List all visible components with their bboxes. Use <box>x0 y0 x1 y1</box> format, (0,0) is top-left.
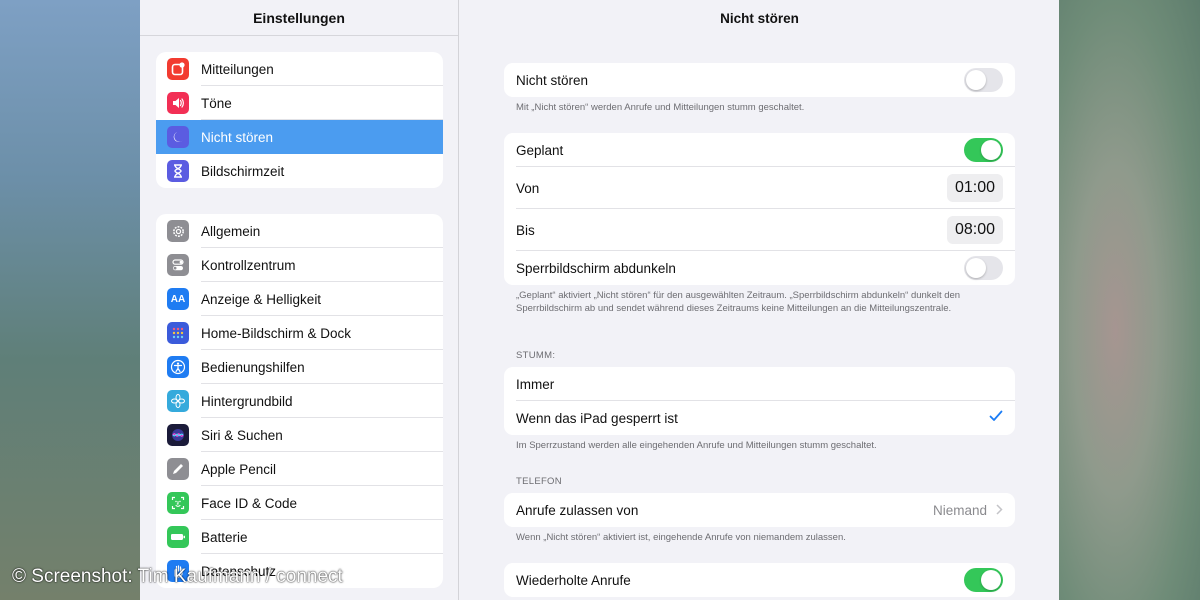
dnd-row: Nicht stören <box>504 63 1015 97</box>
battery-icon <box>167 526 189 548</box>
to-row[interactable]: Bis 08:00 <box>504 209 1015 251</box>
checkmark-icon <box>989 409 1003 427</box>
to-time-picker[interactable]: 08:00 <box>946 216 1003 244</box>
silence-section-title: STUMM: <box>516 350 556 361</box>
sidebar-item-bedienungshilfen[interactable]: Bedienungshilfen <box>156 350 443 384</box>
sidebar-group-2: Allgemein Kontrollzentrum AA Anzeige & H… <box>156 214 443 588</box>
from-time-picker[interactable]: 01:00 <box>946 174 1003 202</box>
sidebar-item-nicht-stoeren[interactable]: Nicht stören <box>156 120 443 154</box>
dnd-toggle[interactable] <box>964 68 1003 92</box>
sidebar-item-label: Face ID & Code <box>201 495 298 511</box>
sidebar-item-label: Töne <box>201 95 232 111</box>
page-title: Nicht stören <box>720 10 799 26</box>
dnd-label: Nicht stören <box>516 72 589 88</box>
dim-toggle[interactable] <box>964 256 1003 280</box>
allow-calls-row[interactable]: Anrufe zulassen von Niemand <box>504 493 1015 527</box>
hourglass-icon <box>167 160 189 182</box>
silence-card: Immer Wenn das iPad gesperrt ist <box>504 367 1015 435</box>
scheduled-label: Geplant <box>516 142 564 158</box>
phone-section-title: TELEFON <box>516 476 562 487</box>
sidebar-title: Einstellungen <box>140 0 458 36</box>
grid-icon <box>167 322 189 344</box>
settings-sidebar: Einstellungen Mitteilungen Töne Nicht st… <box>140 0 459 600</box>
notifications-icon <box>167 58 189 80</box>
sidebar-item-label: Hintergrundbild <box>201 393 293 409</box>
background-right <box>1059 0 1200 600</box>
moon-icon <box>167 126 189 148</box>
sidebar-item-label: Mitteilungen <box>201 61 274 77</box>
sidebar-item-toene[interactable]: Töne <box>156 86 443 120</box>
faceid-icon <box>167 492 189 514</box>
allow-calls-footnote: Wenn „Nicht stören“ aktiviert ist, einge… <box>516 532 846 543</box>
always-label: Immer <box>516 376 555 392</box>
dnd-card: Nicht stören <box>504 63 1015 97</box>
sidebar-item-label: Allgemein <box>201 223 261 239</box>
repeated-calls-toggle[interactable] <box>964 568 1003 592</box>
dnd-footnote: Mit „Nicht stören“ werden Anrufe und Mit… <box>516 102 805 113</box>
sidebar-group-1: Mitteilungen Töne Nicht stören Bildschir… <box>156 52 443 188</box>
sidebar-item-allgemein[interactable]: Allgemein <box>156 214 443 248</box>
sidebar-item-label: Kontrollzentrum <box>201 257 296 273</box>
sidebar-item-batterie[interactable]: Batterie <box>156 520 443 554</box>
sidebar-item-label: Batterie <box>201 529 248 545</box>
sidebar-item-anzeige[interactable]: AA Anzeige & Helligkeit <box>156 282 443 316</box>
sidebar-item-kontrollzentrum[interactable]: Kontrollzentrum <box>156 248 443 282</box>
sidebar-item-label: Nicht stören <box>201 129 274 145</box>
background-left <box>0 0 140 600</box>
dim-row: Sperrbildschirm abdunkeln <box>504 251 1015 285</box>
sidebar-item-face-id[interactable]: Face ID & Code <box>156 486 443 520</box>
sidebar-item-label: Home-Bildschirm & Dock <box>201 325 352 341</box>
sidebar-item-label: Bildschirmzeit <box>201 163 285 179</box>
locked-label: Wenn das iPad gesperrt ist <box>516 410 678 426</box>
allow-calls-label: Anrufe zulassen von <box>516 502 639 518</box>
chevron-right-icon <box>996 502 1003 518</box>
ipad-screen: Einstellungen Mitteilungen Töne Nicht st… <box>140 0 1059 600</box>
repeated-calls-label: Wiederholte Anrufe <box>516 572 631 588</box>
sound-icon <box>167 92 189 114</box>
scheduled-row: Geplant <box>504 133 1015 167</box>
flower-icon <box>167 390 189 412</box>
allow-calls-value-group: Niemand <box>933 502 1003 518</box>
sidebar-item-label: Siri & Suchen <box>201 427 283 443</box>
sidebar-item-hintergrundbild[interactable]: Hintergrundbild <box>156 384 443 418</box>
dim-label: Sperrbildschirm abdunkeln <box>516 260 676 276</box>
sidebar-item-label: Apple Pencil <box>201 461 277 477</box>
allow-calls-value: Niemand <box>932 502 987 518</box>
pencil-icon <box>167 458 189 480</box>
schedule-footnote: „Geplant“ aktiviert „Nicht stören“ für d… <box>516 290 961 314</box>
toggles-icon <box>167 254 189 276</box>
repeated-calls-row: Wiederholte Anrufe <box>504 563 1015 597</box>
copyright-watermark: © Screenshot: Tim Kaufmann / connect <box>12 566 343 587</box>
phone-card: Anrufe zulassen von Niemand <box>504 493 1015 527</box>
locked-row[interactable]: Wenn das iPad gesperrt ist <box>504 401 1015 435</box>
sidebar-item-label: Anzeige & Helligkeit <box>201 291 322 307</box>
sidebar-item-apple-pencil[interactable]: Apple Pencil <box>156 452 443 486</box>
scheduled-toggle[interactable] <box>964 138 1003 162</box>
from-label: Von <box>516 180 540 196</box>
gear-icon <box>167 220 189 242</box>
sidebar-item-mitteilungen[interactable]: Mitteilungen <box>156 52 443 86</box>
siri-icon <box>167 424 189 446</box>
schedule-card: Geplant Von 01:00 Bis 08:00 Sperrbildsch… <box>504 133 1015 285</box>
always-row[interactable]: Immer <box>504 367 1015 401</box>
sidebar-item-bildschirmzeit[interactable]: Bildschirmzeit <box>156 154 443 188</box>
display-icon: AA <box>167 288 189 310</box>
sidebar-item-label: Bedienungshilfen <box>201 359 305 375</box>
silence-footnote: Im Sperrzustand werden alle eingehenden … <box>516 440 877 451</box>
sidebar-item-home-bildschirm[interactable]: Home-Bildschirm & Dock <box>156 316 443 350</box>
to-label: Bis <box>516 222 535 238</box>
sidebar-item-siri[interactable]: Siri & Suchen <box>156 418 443 452</box>
from-row[interactable]: Von 01:00 <box>504 167 1015 209</box>
repeated-calls-card: Wiederholte Anrufe <box>504 563 1015 597</box>
accessibility-icon <box>167 356 189 378</box>
detail-pane: Nicht stören Nicht stören Mit „Nicht stö… <box>460 0 1059 600</box>
